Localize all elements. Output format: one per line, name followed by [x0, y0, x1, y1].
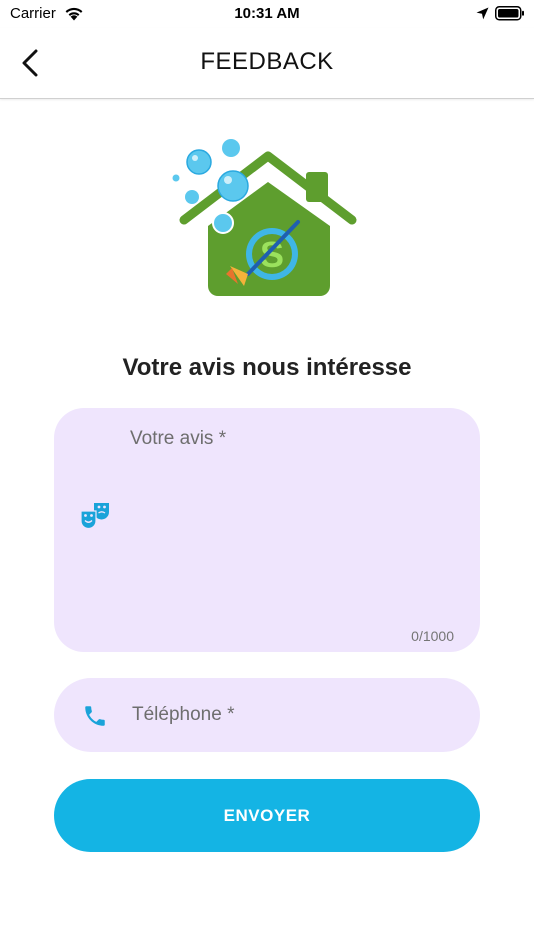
feedback-input[interactable]: [130, 428, 460, 618]
feedback-screen: Carrier 10:31 AM FEEDBACK S Votre avis n…: [0, 0, 534, 950]
submit-button[interactable]: ENVOYER: [54, 779, 480, 852]
battery-icon: [495, 6, 525, 26]
phone-input[interactable]: [132, 694, 452, 736]
theater-masks-icon: [80, 502, 110, 530]
location-arrow-icon: [476, 7, 489, 25]
navigation-bar: FEEDBACK: [0, 28, 534, 99]
cleaning-house-logo: S: [168, 134, 364, 306]
phone-icon: [82, 703, 108, 729]
page-title: FEEDBACK: [200, 48, 334, 75]
character-counter: 0/1000: [411, 628, 454, 644]
status-bar: Carrier 10:31 AM: [0, 0, 534, 28]
feedback-heading: Votre avis nous intéresse: [122, 354, 412, 381]
clock: 10:31 AM: [234, 5, 300, 22]
feedback-field[interactable]: 0/1000: [54, 408, 480, 652]
phone-field[interactable]: [54, 678, 480, 752]
